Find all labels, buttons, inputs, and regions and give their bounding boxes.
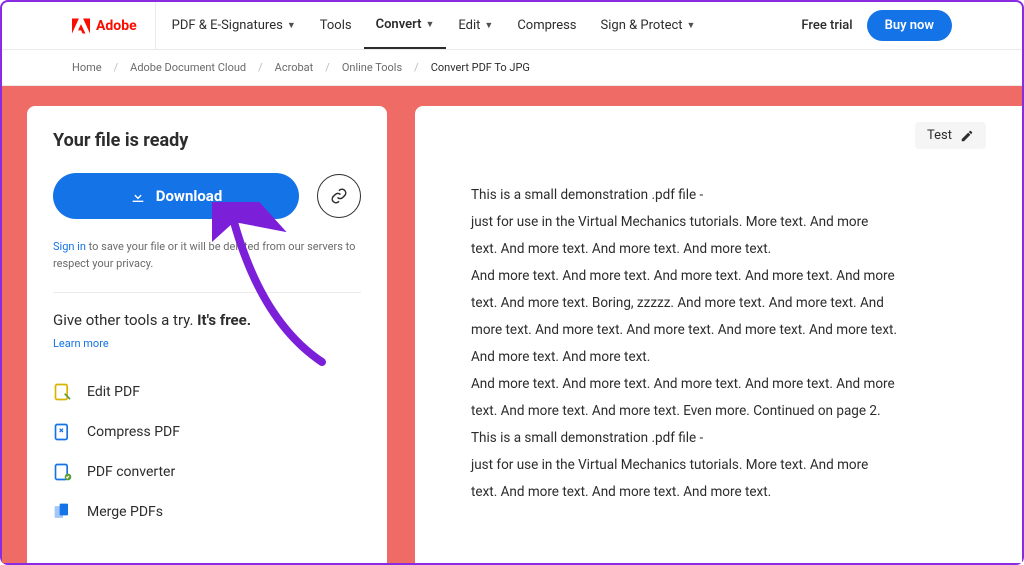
nav-sign-protect[interactable]: Sign & Protect▼ [589, 2, 708, 49]
tool-merge-pdfs[interactable]: Merge PDFs [53, 492, 361, 532]
pdf-converter-icon [53, 462, 73, 482]
nav: PDF & E-Signatures▼ Tools Convert▼ Edit▼… [160, 2, 708, 49]
chevron-down-icon: ▼ [687, 20, 696, 31]
stage: Your file is ready Download Sign in to s… [2, 86, 1022, 563]
try-tools-heading: Give other tools a try. It's free. [53, 311, 361, 329]
tool-compress-pdf[interactable]: Compress PDF [53, 412, 361, 452]
nav-right: Free trial Buy now [801, 10, 952, 41]
pencil-icon [960, 129, 974, 143]
merge-pdf-icon [53, 502, 73, 522]
download-icon [130, 188, 146, 204]
compress-pdf-icon [53, 422, 73, 442]
tool-label: Edit PDF [87, 384, 140, 400]
nav-pdf-esign[interactable]: PDF & E-Signatures▼ [160, 2, 308, 49]
edit-pdf-icon [53, 382, 73, 402]
nav-compress[interactable]: Compress [505, 2, 588, 49]
tool-label: PDF converter [87, 464, 175, 480]
nav-convert[interactable]: Convert▼ [364, 2, 447, 49]
learn-more-link[interactable]: Learn more [53, 337, 361, 350]
nav-tools[interactable]: Tools [308, 2, 364, 49]
crumb-doc-cloud[interactable]: Adobe Document Cloud [130, 61, 246, 74]
divider [53, 292, 361, 293]
share-link-button[interactable] [317, 174, 361, 218]
tool-edit-pdf[interactable]: Edit PDF [53, 372, 361, 412]
link-icon [330, 187, 348, 205]
left-panel: Your file is ready Download Sign in to s… [27, 106, 387, 563]
free-trial-link[interactable]: Free trial [801, 18, 852, 33]
brand-name: Adobe [96, 18, 137, 34]
tool-pdf-converter[interactable]: PDF converter [53, 452, 361, 492]
breadcrumb: Home/ Adobe Document Cloud/ Acrobat/ Onl… [2, 50, 1022, 86]
crumb-acrobat[interactable]: Acrobat [275, 61, 314, 74]
download-row: Download [53, 173, 361, 219]
chevron-down-icon: ▼ [425, 19, 434, 30]
filename-text: Test [927, 128, 952, 143]
crumb-home[interactable]: Home [72, 61, 102, 74]
preview-panel: Test This is a small demonstration .pdf … [415, 106, 1022, 563]
adobe-logo-icon [72, 17, 90, 35]
signin-link[interactable]: Sign in [53, 240, 86, 253]
signin-note: Sign in to save your file or it will be … [53, 239, 361, 272]
filename-pill[interactable]: Test [915, 122, 986, 149]
tool-label: Compress PDF [87, 424, 180, 440]
download-button[interactable]: Download [53, 173, 299, 219]
nav-edit[interactable]: Edit▼ [446, 2, 505, 49]
crumb-online-tools[interactable]: Online Tools [342, 61, 402, 74]
brand[interactable]: Adobe [72, 2, 156, 49]
panel-title: Your file is ready [53, 130, 361, 151]
chevron-down-icon: ▼ [484, 20, 493, 31]
tool-label: Merge PDFs [87, 504, 163, 520]
buy-now-button[interactable]: Buy now [867, 10, 952, 41]
crumb-current: Convert PDF To JPG [431, 61, 530, 74]
chevron-down-icon: ▼ [287, 20, 296, 31]
document-preview: This is a small demonstration .pdf file … [471, 182, 966, 506]
topbar: Adobe PDF & E-Signatures▼ Tools Convert▼… [2, 2, 1022, 50]
